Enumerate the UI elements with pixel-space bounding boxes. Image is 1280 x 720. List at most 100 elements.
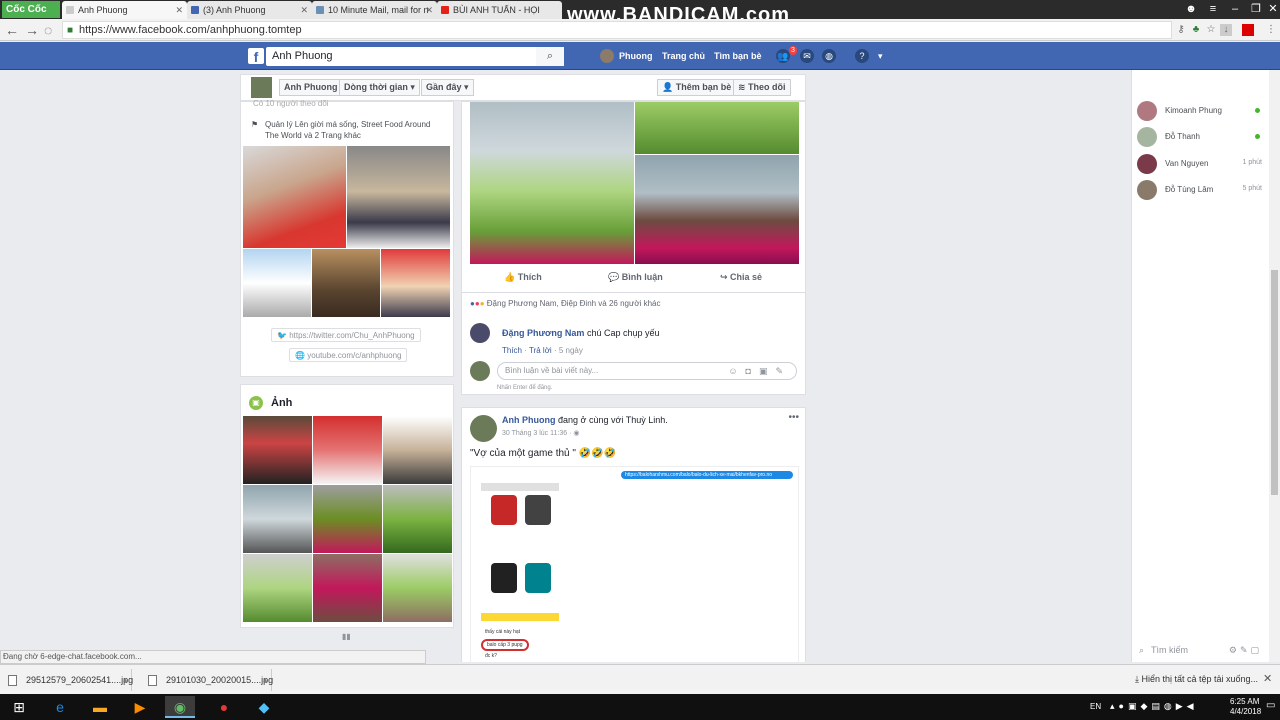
comment-tools-icons[interactable]: ☺◘▣✎ [728,363,791,379]
chat-contact[interactable]: Van Nguyen 1 phút [1137,152,1267,176]
comment-reply-link[interactable]: Trả lời [529,346,552,355]
extension-icon[interactable]: ♣ [1190,24,1202,36]
key-icon[interactable]: ⚷ [1175,24,1187,36]
bandicam-icon[interactable]: ● [209,696,239,718]
tab-youtube[interactable]: BÙI ANH TUẤN - HỌI [437,1,562,19]
photo-thumb[interactable] [243,485,312,553]
post-timestamp[interactable]: 30 Tháng 3 lúc 11:36 · ◉ [502,429,579,437]
reactions-summary[interactable]: ●●● Đặng Phương Nam, Điệp Đinh và 26 ngư… [470,299,661,308]
tab-anh-phuong[interactable]: Anh Phuong ✕ [62,1,187,19]
system-tray-icons[interactable]: ▴●▣◆▤◍▶◀ [1110,701,1198,712]
like-button[interactable]: 👍 Thích [504,272,542,283]
avatar[interactable] [470,415,497,442]
profile-photo-3[interactable] [243,249,311,317]
share-button[interactable]: ↪ Chia sẻ [720,272,762,283]
avatar[interactable] [600,49,614,63]
friend-requests-icon[interactable]: 👥 [776,49,790,63]
tab-facebook[interactable]: (3) Anh Phuong ✕ [187,1,312,19]
facebook-logo[interactable]: f [248,48,264,65]
chat-contact[interactable]: Đỗ Tùng Lâm 5 phút [1137,178,1267,202]
more-icon[interactable]: ⋮ [1265,24,1277,36]
scrollbar-thumb[interactable] [1271,270,1278,495]
twitter-link[interactable]: 🐦 https://twitter.com/Chu_AnhPhuong [271,328,421,342]
close-icon[interactable]: ✕ [1263,672,1272,685]
tab-10-minute-mail[interactable]: 10 Minute Mail, mail for n ✕ [312,1,437,19]
profile-name-button[interactable]: Anh Phuong [279,79,343,96]
photo-thumb[interactable] [383,416,452,484]
chat-contact[interactable]: Kimoanh Phung [1137,99,1267,123]
add-friend-button[interactable]: 👤 Thêm bạn bè [657,79,737,96]
photo-thumb[interactable] [313,554,382,622]
post-author-name[interactable]: Anh Phuong [502,415,556,425]
download-icon[interactable]: ↓ [1220,24,1232,36]
chevron-up-icon[interactable]: ▴ [123,669,127,691]
chevron-up-icon[interactable]: ▴ [263,669,267,691]
avatar[interactable] [251,77,272,98]
minimize-icon[interactable]: – [1224,0,1246,19]
media-player-icon[interactable]: ▶ [125,696,155,718]
app-icon[interactable]: ◆ [249,696,279,718]
more-options-icon[interactable]: ••• [788,412,799,423]
notifications-icon[interactable]: ◍ [822,49,836,63]
profile-photo-2[interactable] [347,146,450,248]
recent-filter-button[interactable]: Gần đây ▾ [421,79,474,96]
photo-thumb[interactable] [383,485,452,553]
avatar[interactable] [470,323,490,343]
close-icon[interactable]: ✕ [175,1,183,19]
window-close-icon[interactable]: ✕ [1262,0,1280,19]
comment-button[interactable]: 💬 Bình luận [608,272,663,283]
show-all-downloads-link[interactable]: ⤓ Hiển thị tất cả tệp tải xuống... [1135,674,1258,685]
help-icon[interactable]: ? [855,49,869,63]
flag-icon[interactable] [1242,24,1254,36]
photo-thumb[interactable] [243,554,312,622]
windows-start-icon[interactable]: ⊞ [4,696,34,718]
close-icon[interactable]: ✕ [425,1,433,19]
timeline-filter-button[interactable]: Dòng thời gian ▾ [339,79,420,96]
download-item[interactable]: 29512579_20602541....jpg ▴ [0,669,133,691]
url-input[interactable]: ■ https://www.facebook.com/anhphuong.tom… [62,21,1172,39]
close-icon[interactable]: ✕ [300,1,308,19]
forward-icon[interactable]: → [25,21,39,39]
coccoc-browser-icon[interactable]: ◉ [165,696,195,718]
home-link[interactable]: Trang chủ [662,42,705,70]
chat-options-icon[interactable]: ⚙✎▢ [1229,643,1262,658]
post-screenshot-image[interactable]: https://baloharshmu.com/balo/balo-du-lic… [470,466,799,662]
photos-section-title[interactable]: Ảnh [271,397,292,409]
page-scrollbar[interactable] [1269,70,1280,662]
follow-button[interactable]: ≋ Theo dõi [733,79,791,96]
download-item[interactable]: 29101030_20020015....jpg ▴ [140,669,273,691]
post-photo-2[interactable] [635,102,799,154]
browser-logo[interactable]: Cốc Cốc [2,1,60,18]
comment-input[interactable]: Bình luận về bài viết này... ☺◘▣✎ [497,362,797,380]
search-icon[interactable]: ⌕ [536,47,564,66]
post-photo-3[interactable] [635,155,799,264]
profile-photo-5[interactable] [381,249,450,317]
internet-explorer-icon[interactable]: e [45,696,75,718]
account-menu-chevron-icon[interactable]: ▾ [878,42,883,70]
photo-thumb[interactable] [313,416,382,484]
photo-thumb[interactable] [243,416,312,484]
chat-search-input[interactable]: ⌕ Tìm kiếm ⚙✎▢ [1137,643,1262,658]
comment-author[interactable]: Đặng Phương Nam [502,328,584,338]
photo-thumb[interactable] [313,485,382,553]
clock-date[interactable]: 4/4/2018 [1230,707,1261,716]
profile-photo-1[interactable] [243,146,346,248]
search-input[interactable]: Anh Phuong ⌕ [266,47,564,66]
loading-icon[interactable]: ◌ [44,21,52,39]
comment-like-link[interactable]: Thích [502,346,522,355]
youtube-link[interactable]: 🌐 youtube.com/c/anhphuong [289,348,408,362]
post-photo-1[interactable] [470,102,634,264]
profile-icon[interactable]: ☻ [1180,0,1202,19]
chat-contact[interactable]: Đỗ Thanh [1137,125,1267,149]
clock-time[interactable]: 6:25 AM [1230,697,1259,706]
notification-center-icon[interactable]: ▭ [1266,700,1275,711]
profile-photo-4[interactable] [312,249,380,317]
photo-thumb[interactable] [383,554,452,622]
profile-link[interactable]: Phuong [619,42,653,70]
star-icon[interactable]: ☆ [1205,24,1217,36]
find-friends-link[interactable]: Tìm bạn bè [714,42,762,70]
menu-icon[interactable]: ≡ [1202,0,1224,19]
back-icon[interactable]: ← [5,21,19,39]
language-indicator[interactable]: EN [1090,702,1101,711]
messenger-icon[interactable]: ✉ [800,49,814,63]
